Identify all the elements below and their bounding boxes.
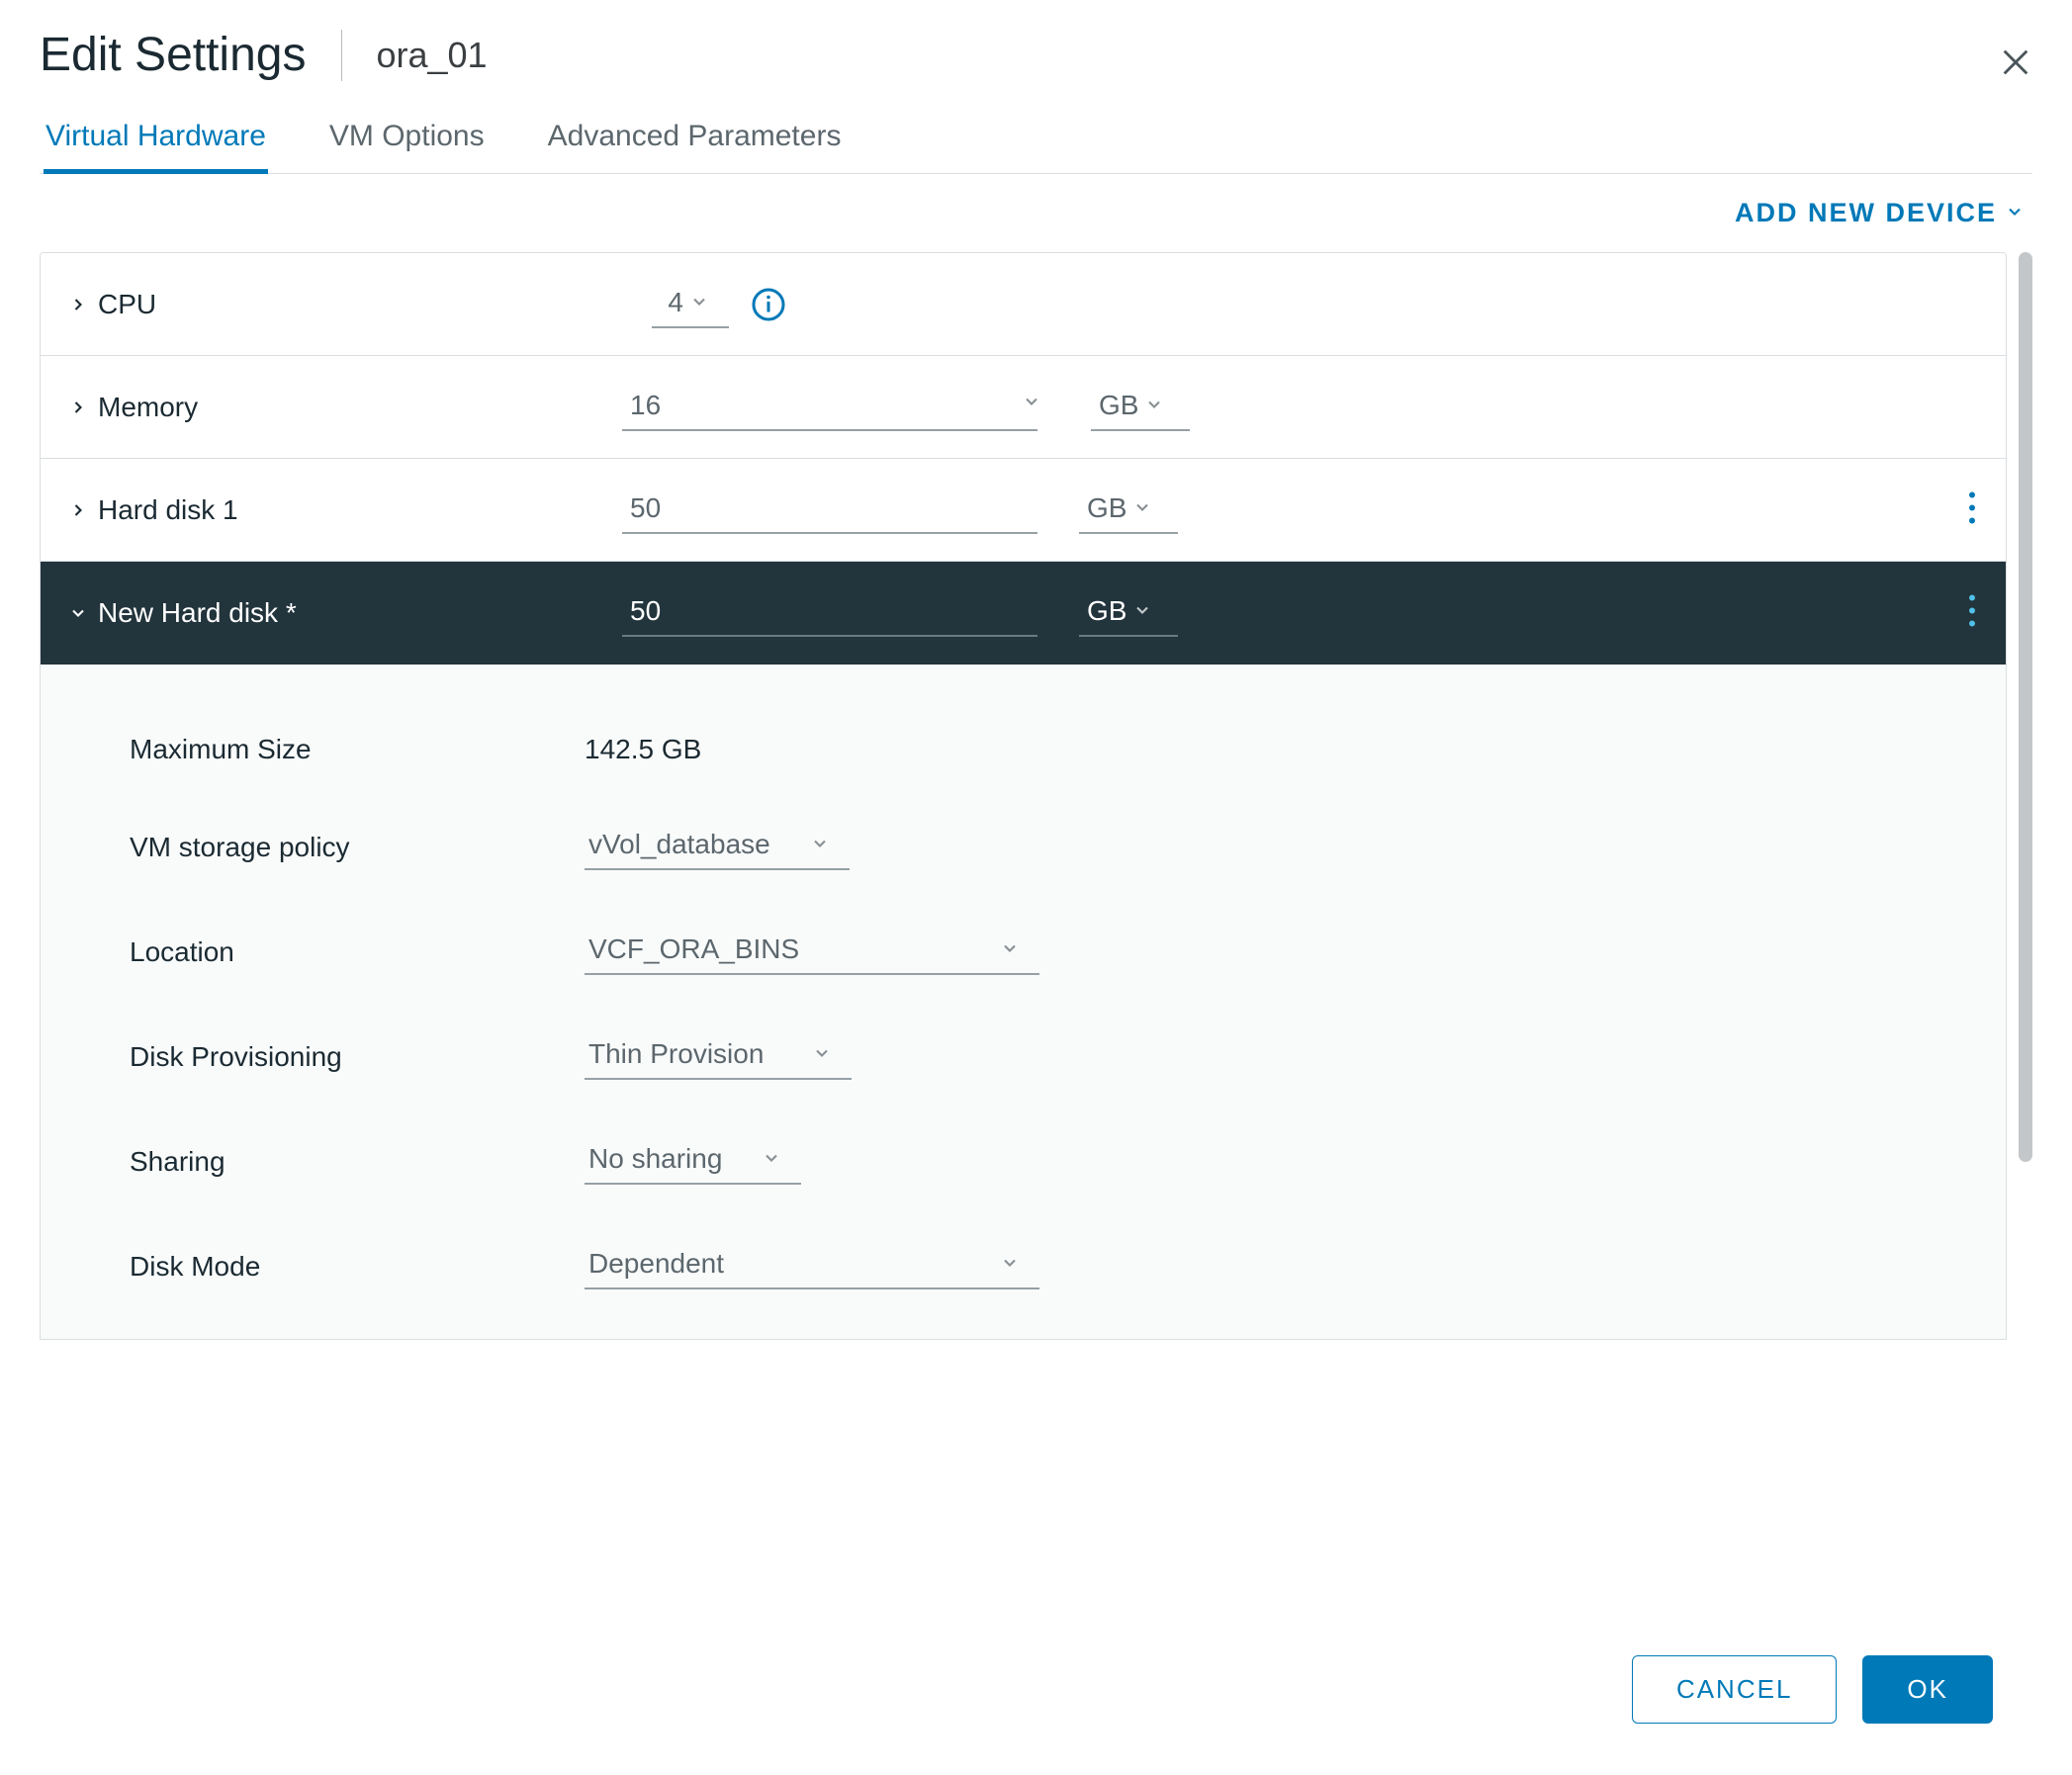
dialog-footer: CANCEL OK — [40, 1622, 2032, 1747]
dialog-subtitle: ora_01 — [376, 35, 487, 76]
location-select[interactable]: VCF_ORA_BINS — [585, 930, 1039, 975]
chevron-down-icon — [1000, 933, 1020, 965]
info-icon[interactable] — [751, 287, 786, 322]
row-label-hd1: Hard disk 1 — [98, 494, 622, 526]
detail-disk-provisioning: Disk Provisioning Thin Provision — [41, 1005, 2006, 1109]
tabs-bar: Virtual Hardware VM Options Advanced Par… — [40, 120, 2032, 174]
sharing-select[interactable]: No sharing — [585, 1139, 801, 1185]
chevron-down-icon — [812, 1038, 832, 1070]
expand-toggle-hd1[interactable] — [68, 500, 98, 520]
hd1-value-input[interactable] — [622, 487, 1037, 534]
memory-unit[interactable]: GB — [1099, 390, 1138, 421]
add-device-row: ADD NEW DEVICE — [40, 174, 2032, 252]
chevron-down-icon[interactable] — [1144, 390, 1164, 421]
scrollbar-thumb[interactable] — [2019, 252, 2032, 1162]
row-label-new-hd: New Hard disk * — [98, 597, 622, 629]
row-new-hard-disk: New Hard disk * GB — [41, 562, 2006, 665]
edit-settings-dialog: Edit Settings ora_01 Virtual Hardware VM… — [0, 0, 2072, 1775]
row-label-memory: Memory — [98, 392, 622, 423]
chevron-down-icon[interactable] — [689, 287, 709, 318]
cancel-button[interactable]: CANCEL — [1632, 1655, 1837, 1724]
max-size-label: Maximum Size — [130, 734, 585, 765]
disk-mode-select[interactable]: Dependent — [585, 1244, 1039, 1289]
vm-storage-value: vVol_database — [588, 829, 770, 860]
dialog-title: Edit Settings — [40, 28, 306, 82]
chevron-down-icon — [762, 1143, 781, 1175]
title-separator — [341, 30, 342, 81]
detail-max-size: Maximum Size 142.5 GB — [41, 704, 2006, 795]
row-actions-new-hd[interactable] — [1968, 594, 1976, 633]
row-hard-disk-1: Hard disk 1 GB — [41, 459, 2006, 562]
cpu-value[interactable]: 4 — [668, 287, 683, 318]
hd1-unit[interactable]: GB — [1087, 492, 1126, 524]
expand-toggle-memory[interactable] — [68, 398, 98, 417]
provisioning-label: Disk Provisioning — [130, 1041, 585, 1073]
dialog-header: Edit Settings ora_01 — [40, 28, 2032, 82]
chevron-down-icon — [2005, 198, 2025, 228]
tab-advanced-parameters[interactable]: Advanced Parameters — [546, 120, 844, 173]
row-memory: Memory GB — [41, 356, 2006, 459]
new-hard-disk-details: Maximum Size 142.5 GB VM storage policy … — [41, 665, 2006, 1339]
tab-virtual-hardware[interactable]: Virtual Hardware — [44, 120, 268, 174]
row-cpu: CPU 4 — [41, 253, 2006, 356]
disk-mode-value: Dependent — [588, 1248, 724, 1280]
hardware-scroll-area: CPU 4 Memory G — [40, 252, 2032, 1622]
sharing-value: No sharing — [588, 1143, 722, 1175]
hardware-list: CPU 4 Memory G — [40, 252, 2007, 1340]
sharing-label: Sharing — [130, 1146, 585, 1178]
location-label: Location — [130, 936, 585, 968]
max-size-value: 142.5 GB — [585, 734, 701, 765]
chevron-down-icon[interactable] — [1132, 492, 1152, 524]
tab-vm-options[interactable]: VM Options — [327, 120, 487, 173]
location-value: VCF_ORA_BINS — [588, 933, 799, 965]
memory-value-input[interactable] — [622, 384, 1037, 431]
row-actions-hd1[interactable] — [1968, 490, 1976, 529]
expand-toggle-new-hd[interactable] — [68, 603, 98, 623]
disk-mode-label: Disk Mode — [130, 1251, 585, 1283]
add-new-device-label: ADD NEW DEVICE — [1735, 198, 1997, 228]
detail-vm-storage-policy: VM storage policy vVol_database — [41, 795, 2006, 900]
chevron-down-icon — [1000, 1248, 1020, 1280]
chevron-down-icon[interactable] — [1022, 392, 1041, 416]
chevron-down-icon[interactable] — [1132, 595, 1152, 627]
provisioning-select[interactable]: Thin Provision — [585, 1034, 852, 1080]
new-hd-unit[interactable]: GB — [1087, 595, 1126, 627]
vm-storage-select[interactable]: vVol_database — [585, 825, 850, 870]
add-new-device-button[interactable]: ADD NEW DEVICE — [1735, 198, 2025, 228]
detail-location: Location VCF_ORA_BINS — [41, 900, 2006, 1005]
expand-toggle-cpu[interactable] — [68, 295, 98, 314]
detail-sharing: Sharing No sharing — [41, 1109, 2006, 1214]
close-icon[interactable] — [1999, 45, 2032, 84]
provisioning-value: Thin Provision — [588, 1038, 764, 1070]
chevron-down-icon — [810, 829, 830, 860]
detail-disk-mode: Disk Mode Dependent — [41, 1214, 2006, 1319]
vm-storage-label: VM storage policy — [130, 832, 585, 863]
ok-button[interactable]: OK — [1862, 1655, 1993, 1724]
new-hd-value-input[interactable] — [622, 589, 1037, 637]
row-label-cpu: CPU — [98, 289, 622, 320]
